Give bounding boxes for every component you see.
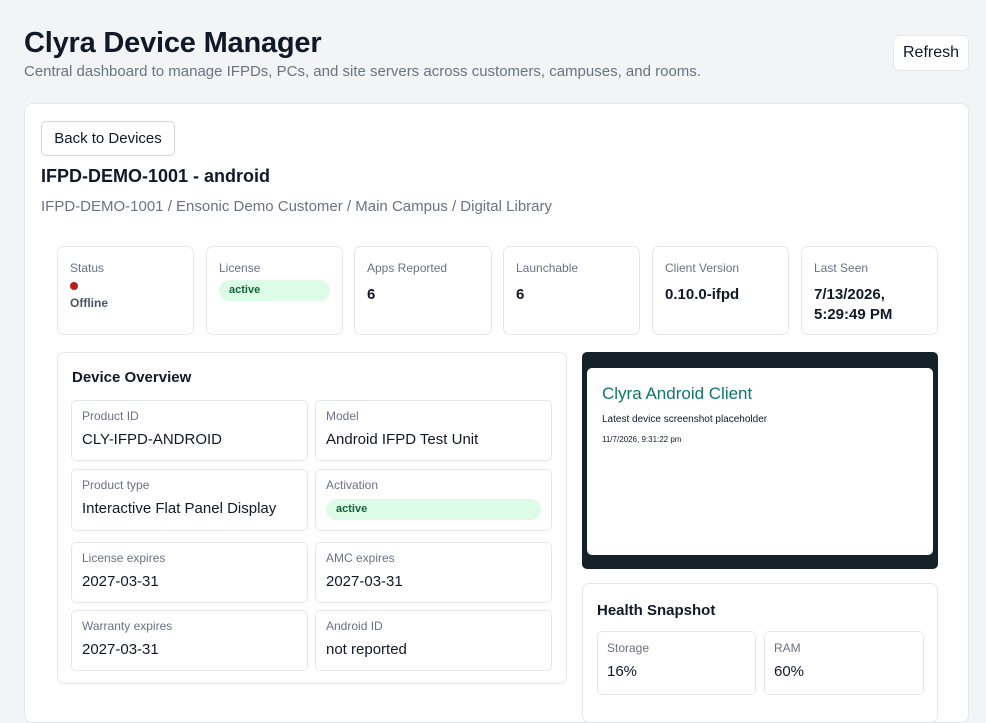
field-value: 2027-03-31 [82, 573, 159, 590]
field-value: 60% [774, 663, 805, 680]
status-dot-icon [70, 282, 78, 290]
refresh-button[interactable]: Refresh [893, 35, 969, 71]
device-overview-card: Device Overview Product ID CLY-IFPD-ANDR… [57, 352, 567, 684]
stat-value: 6 [367, 286, 376, 303]
field-value: 16% [607, 663, 638, 680]
activation-status-badge: active [326, 499, 541, 520]
stat-label: Status [70, 261, 105, 275]
field-label: Product type [82, 478, 150, 492]
field-value: Android IFPD Test Unit [326, 431, 479, 448]
page-header: Clyra Device Manager Central dashboard t… [24, 24, 964, 82]
health-field-ram: RAM 60% [764, 631, 924, 695]
stat-label: Apps Reported [367, 261, 448, 275]
stat-value: 6 [516, 286, 525, 303]
health-snapshot-card: Health Snapshot Storage 16% RAM 60% [582, 583, 938, 723]
health-field-storage: Storage 16% [597, 631, 756, 695]
field-label: Model [326, 409, 359, 423]
field-product-id: Product ID CLY-IFPD-ANDROID [71, 400, 308, 461]
field-model: Model Android IFPD Test Unit [315, 400, 552, 461]
stat-card-launchable: Launchable 6 [503, 246, 640, 335]
field-label: RAM [774, 641, 801, 655]
field-label: Warranty expires [82, 619, 173, 633]
app-subtitle: Central dashboard to manage IFPDs, PCs, … [24, 63, 701, 80]
back-to-devices-button[interactable]: Back to Devices [41, 121, 175, 156]
screenshot-screen: Clyra Android Client Latest device scree… [587, 368, 933, 555]
stat-label: Client Version [665, 261, 740, 275]
field-activation: Activation active [315, 469, 552, 531]
field-value: 2027-03-31 [82, 641, 159, 658]
screenshot-title: Clyra Android Client [602, 384, 753, 403]
field-label: Android ID [326, 619, 383, 633]
field-value: 2027-03-31 [326, 573, 403, 590]
stat-value: 0.10.0-ifpd [665, 286, 740, 303]
device-detail-panel: Back to Devices IFPD-DEMO-1001 - android… [24, 103, 969, 723]
device-title: IFPD-DEMO-1001 - android [41, 166, 271, 186]
field-warranty-expires: Warranty expires 2027-03-31 [71, 610, 308, 671]
app-title: Clyra Device Manager [24, 27, 322, 59]
field-label: Activation [326, 478, 379, 492]
field-label: Storage [607, 641, 650, 655]
field-amc-expires: AMC expires 2027-03-31 [315, 542, 552, 603]
license-status-badge: active [219, 280, 330, 301]
field-product-type: Product type Interactive Flat Panel Disp… [71, 469, 308, 531]
screenshot-subtitle: Latest device screenshot placeholder [602, 414, 768, 425]
field-label: AMC expires [326, 551, 395, 565]
field-value: CLY-IFPD-ANDROID [82, 431, 223, 448]
field-label: License expires [82, 551, 166, 565]
breadcrumb: IFPD-DEMO-1001 / Ensonic Demo Customer /… [41, 198, 552, 215]
stat-value: 7/13/2026, 5:29:49 PM [814, 286, 893, 323]
stat-card-apps-reported: Apps Reported 6 [354, 246, 492, 335]
field-android-id: Android ID not reported [315, 610, 552, 671]
stat-label: License [219, 261, 261, 275]
stat-card-last-seen: Last Seen 7/13/2026, 5:29:49 PM [801, 246, 938, 335]
field-value: Interactive Flat Panel Display [82, 500, 277, 517]
stat-label: Launchable [516, 261, 579, 275]
field-label: Product ID [82, 409, 139, 423]
stat-card-license: License active [206, 246, 343, 335]
screenshot-timestamp: 11/7/2026, 9:31:22 pm [602, 435, 682, 444]
status-value: Offline [70, 296, 108, 310]
section-title: Device Overview [72, 369, 192, 386]
stat-card-status: Status Offline [57, 246, 194, 335]
stat-label: Last Seen [814, 261, 869, 275]
section-title: Health Snapshot [597, 602, 716, 619]
field-value: not reported [326, 641, 407, 658]
field-license-expires: License expires 2027-03-31 [71, 542, 308, 603]
stat-card-client-version: Client Version 0.10.0-ifpd [652, 246, 789, 335]
device-screenshot-preview: Clyra Android Client Latest device scree… [582, 352, 938, 569]
